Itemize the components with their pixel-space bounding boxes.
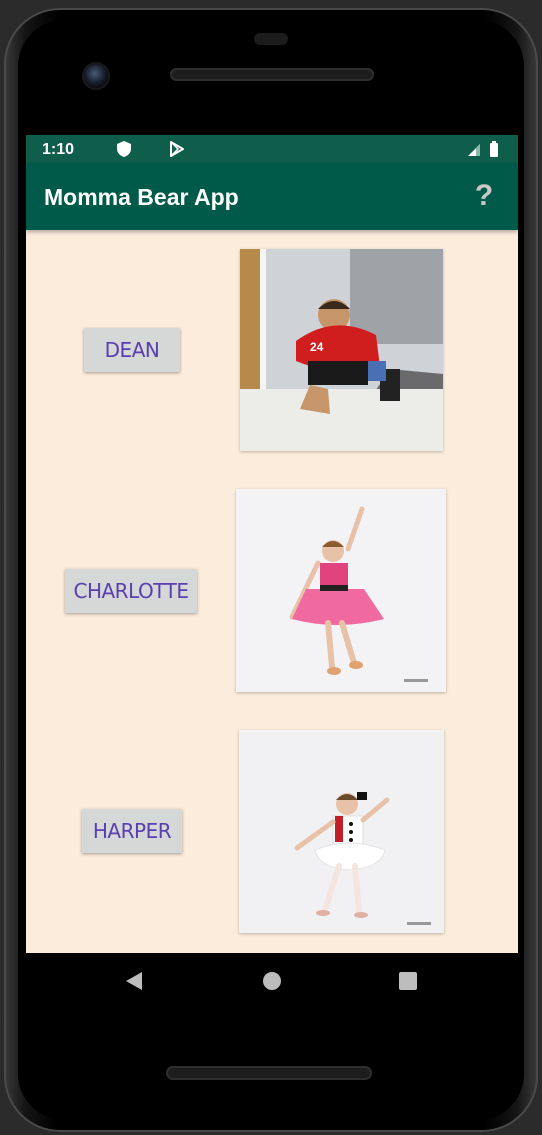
status-bar: 1:10 (26, 135, 518, 163)
earpiece (254, 33, 288, 45)
play-store-icon (168, 140, 186, 158)
system-nav-bar (26, 953, 518, 1009)
app-bar: Momma Bear App ? (26, 163, 518, 230)
shield-icon (115, 140, 133, 158)
girl-white-tutu-photo[interactable] (239, 730, 444, 933)
kid-button-dean[interactable]: DEAN (84, 328, 180, 372)
kid-button-charlotte[interactable]: CHARLOTTE (65, 569, 197, 613)
front-camera (84, 64, 108, 88)
top-speaker-grille (170, 68, 374, 81)
svg-text:24: 24 (310, 340, 324, 354)
app-screen: 1:10 Momma Bear App ? DEAN 24 CHARLOTTE … (26, 135, 518, 953)
status-time: 1:10 (42, 141, 75, 158)
app-title: Momma Bear App (44, 184, 239, 210)
recents-icon[interactable] (398, 971, 418, 995)
signal-icon (466, 140, 484, 158)
bottom-speaker-grille (166, 1066, 372, 1080)
help-button[interactable]: ? (468, 178, 500, 214)
home-icon[interactable] (262, 971, 282, 995)
battery-icon (486, 140, 504, 158)
kid-button-harper[interactable]: HARPER (82, 809, 182, 853)
boy-football-photo[interactable]: 24 (240, 249, 443, 451)
girl-pink-dance-photo[interactable] (236, 489, 446, 692)
back-icon[interactable] (124, 971, 144, 995)
